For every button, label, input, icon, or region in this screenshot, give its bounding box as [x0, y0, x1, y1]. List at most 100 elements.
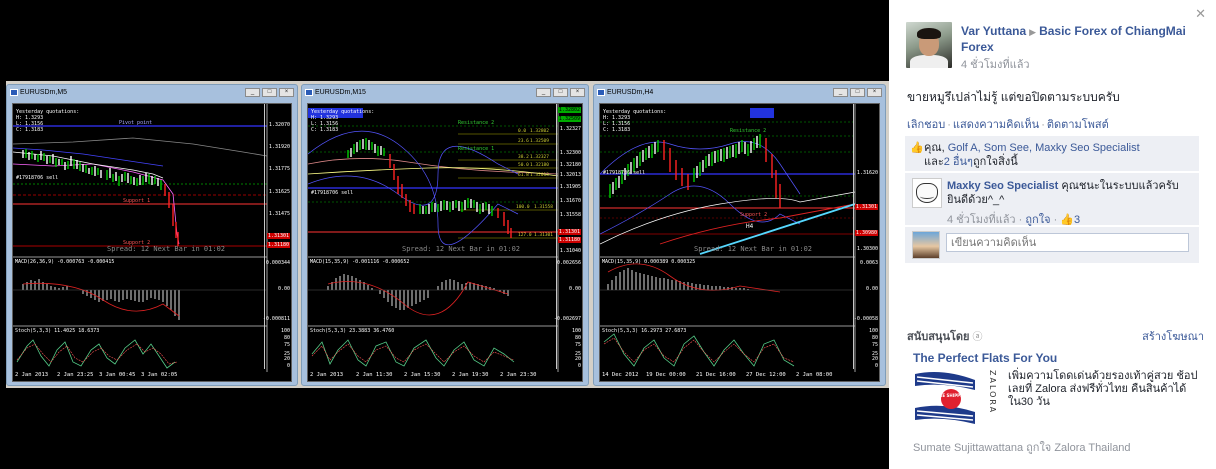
macd-label: MACD(26,36,9) -0.000763 -0.000415 — [15, 259, 115, 265]
price-tick-current: 1.31301 — [266, 233, 290, 239]
quotation-info: Yesterday quotations: H: 1.3293 L: 1.315… — [311, 109, 374, 133]
level-support-1: Support 1 — [123, 198, 150, 204]
create-ad-link[interactable]: สร้างโฆษณา — [1142, 327, 1204, 345]
write-comment-box — [905, 227, 1199, 263]
macd-label: MACD(15,35,9) 0.000389 0.000325 — [602, 259, 696, 265]
price-tick: 1.31475 — [268, 211, 290, 217]
spread-info: Spread: 12 Next Bar in 01:02 — [694, 245, 813, 253]
stoch-tick: 75 — [574, 342, 581, 348]
macd-tick: -0.000811 — [262, 316, 290, 322]
level-resistance-2: Resistance 2 — [730, 128, 766, 134]
macd-tick: 0.00 — [865, 286, 878, 292]
comment-time[interactable]: 4 ชั่วโมงที่แล้ว — [947, 214, 1016, 226]
likes-suffix: ถูกใจสิ่งนี้ — [972, 156, 1018, 168]
spread-info: Spread: 12 Next Bar in 01:02 — [107, 245, 226, 253]
close-button[interactable]: × — [279, 88, 294, 97]
chart-title: EURUSDm,H4 — [607, 89, 654, 96]
level-support-2: Support 2 — [740, 212, 767, 218]
close-button[interactable]: × — [570, 88, 585, 97]
price-tick: 1.31905 — [559, 184, 581, 190]
post-actions: เลิกชอบ · แสดงความคิดเห็น · ติดตามโพสต์ — [907, 119, 1109, 131]
comment-input[interactable] — [946, 233, 1189, 252]
post-timestamp[interactable]: 4 ชั่วโมงที่แล้ว — [961, 55, 1030, 73]
chart-canvas: Resistance 2 Support 2 H4 Yesterday quot… — [599, 103, 880, 382]
ad-badge-text: FREE SHIPPING — [934, 393, 968, 398]
chart-graphics-h4: Resistance 2 Support 2 H4 — [600, 104, 856, 372]
fibo-price-38: 1.32327 — [530, 154, 549, 160]
order-label: #17918706 sell — [311, 190, 354, 196]
price-tick: 1.31670 — [559, 198, 581, 204]
likes-summary: 👍 คุณ, Golf A, Som See, Maxky Seo Specia… — [905, 136, 1199, 171]
price-tick-support: 1.30980 — [854, 230, 878, 236]
close-button[interactable]: × — [867, 88, 882, 97]
ad-social-context: Sumate Sujittawattana ถูกใจ Zalora Thail… — [913, 442, 1131, 454]
chart-window-m5: EURUSDm,M5 _ □ × Pivot point Support 1 S… — [6, 84, 298, 386]
stoch-tick: 20 — [574, 356, 581, 362]
likes-you: คุณ, — [924, 142, 948, 154]
comment-like-link[interactable]: ถูกใจ — [1025, 214, 1050, 226]
minimize-button[interactable]: _ — [536, 88, 551, 97]
time-tick: 2 Jan 08:00 — [796, 372, 833, 378]
commenter-avatar[interactable] — [912, 178, 942, 208]
level-resistance-1: Resistance 1 — [458, 146, 494, 152]
price-tick-current: 1.31301 — [854, 204, 878, 210]
chart-canvas: Resistance 2 Resistance 1 0.0 23.6 38.2 … — [307, 103, 583, 382]
maximize-button[interactable]: □ — [850, 88, 865, 97]
spread-info: Spread: 12 Next Bar in 01:02 — [402, 245, 521, 253]
comment-link[interactable]: แสดงความคิดเห็น — [953, 119, 1039, 131]
price-tick: 1.32070 — [268, 122, 290, 128]
fibo-price-61: 1.32013 — [530, 172, 549, 178]
maximize-button[interactable]: □ — [262, 88, 277, 97]
ad-image[interactable]: FREE SHIPPING ZALORA — [913, 368, 998, 430]
fibo-100: 100.0 — [516, 204, 530, 210]
chart-titlebar: EURUSDm,M15 _ □ × — [302, 85, 588, 100]
ad-title-link[interactable]: The Perfect Flats For You — [913, 351, 1057, 365]
likers-link[interactable]: Golf A, Som See, Maxky Seo Specialist — [948, 142, 1140, 154]
comment-like-count-value: 3 — [1074, 214, 1081, 226]
comment-like-count[interactable]: 👍3 — [1060, 214, 1080, 226]
chart-app-icon — [597, 89, 605, 96]
current-user-avatar — [912, 231, 940, 259]
macd-tick: 0.00 — [568, 286, 581, 292]
maximize-button[interactable]: □ — [553, 88, 568, 97]
author-name-link[interactable]: Var Yuttana — [961, 24, 1026, 38]
unlike-link[interactable]: เลิกชอบ — [907, 119, 945, 131]
price-tick: 1.32180 — [559, 162, 581, 168]
minimize-button[interactable]: _ — [245, 88, 260, 97]
chart-graphics-m15: Resistance 2 Resistance 1 0.0 23.6 38.2 … — [308, 104, 559, 372]
price-axis: 1.32070 1.31920 1.31775 1.31625 1.31475 … — [262, 104, 291, 369]
likes-others-link[interactable]: 2 อื่นๆ — [944, 156, 973, 168]
follow-post-link[interactable]: ติดตามโพสต์ — [1047, 119, 1109, 131]
chart-app-icon — [10, 89, 18, 96]
author-avatar[interactable] — [906, 22, 952, 68]
time-tick: 3 Jan 00:45 — [99, 372, 136, 378]
close-icon[interactable]: ✕ — [1195, 6, 1206, 22]
sponsored-info-icon[interactable]: ⓐ — [973, 332, 983, 343]
info-close: C: 1.3183 — [16, 127, 44, 133]
fibo-price-127: 1.31301 — [534, 232, 553, 238]
time-tick: 21 Dec 16:00 — [696, 372, 736, 378]
arrow-right-icon: ▶ — [1029, 27, 1037, 37]
minimize-button[interactable]: _ — [833, 88, 848, 97]
chart-title: EURUSDm,M15 — [315, 89, 366, 96]
chart-window-h4: EURUSDm,H4 _ □ × Resistance 2 Support 2 … — [593, 84, 886, 386]
stoch-label: Stoch(5,3,3) 23.3883 36.4760 — [310, 328, 395, 334]
macd-label: MACD(15,35,9) -0.001116 -0.000652 — [310, 259, 410, 265]
ad-text[interactable]: เพิ่มความโดดเด่นด้วยรองเท้าคู่สวย ช้อปเล… — [1008, 370, 1204, 409]
likes-and: และ — [924, 156, 944, 168]
time-tick: 2 Jan 2013 — [15, 372, 49, 378]
price-tick: 1.32300 — [559, 150, 581, 156]
fibo-50: 50.0 — [518, 162, 529, 168]
price-tick: 1.32327 — [559, 126, 581, 132]
price-tick: 1.31625 — [268, 189, 290, 195]
chart-app-icon — [305, 89, 313, 96]
stoch-label: Stoch(5,3,3) 16.2973 27.6873 — [602, 328, 687, 334]
time-tick: 19 Dec 00:00 — [646, 372, 686, 378]
quotation-info: Yesterday quotations: H: 1.3293 L: 1.315… — [603, 109, 666, 133]
photo-viewer[interactable]: EURUSDm,M5 _ □ × Pivot point Support 1 S… — [0, 0, 889, 469]
price-tick: 1.31040 — [559, 248, 581, 254]
price-tick: 1.32802 — [557, 107, 581, 113]
comment-meta: 4 ชั่วโมงที่แล้ว · ถูกใจ · 👍3 — [947, 214, 1081, 226]
comment-body: Maxky Seo Specialist คุณชนะในระบบแล้วครั… — [947, 179, 1195, 207]
commenter-name-link[interactable]: Maxky Seo Specialist — [947, 180, 1058, 192]
